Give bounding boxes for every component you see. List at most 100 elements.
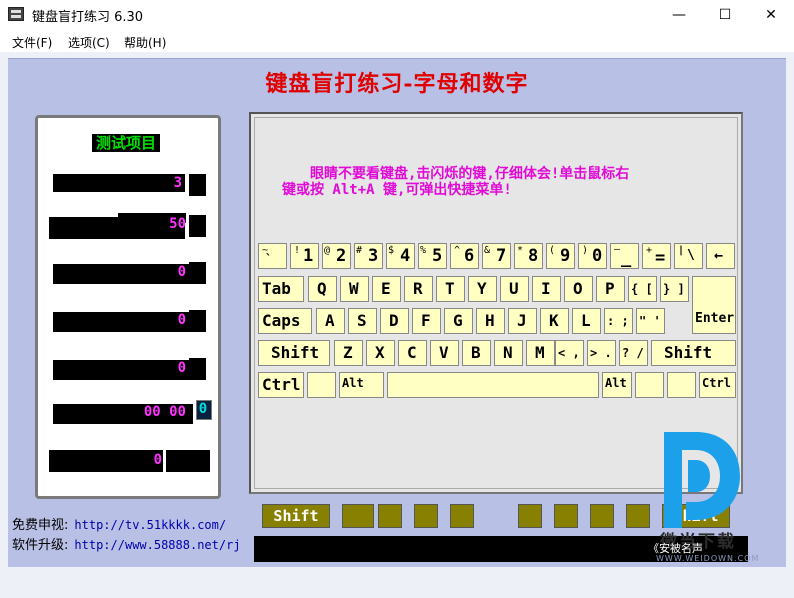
key-ctrl-right[interactable]: Ctrl (699, 372, 736, 398)
key-x[interactable]: X (366, 340, 395, 366)
key-8[interactable]: * 8 (514, 243, 543, 269)
key-q[interactable]: Q (308, 276, 337, 302)
key-label: Q (317, 279, 327, 298)
key-k[interactable]: K (540, 308, 569, 334)
finger-shift-left: Shift (262, 504, 330, 528)
key-caps[interactable]: Caps (258, 308, 312, 334)
key-h[interactable]: H (476, 308, 505, 334)
watermark-url: WWW.WEIDOWN.COM (656, 554, 760, 563)
key-r[interactable]: R (404, 276, 433, 302)
key-top: | (678, 245, 685, 256)
key-0[interactable]: ) 0 (578, 243, 607, 269)
title-bar: 键盘盲打练习 6.30 — ☐ ✕ (0, 0, 794, 30)
stat-value: 0 (177, 312, 186, 328)
key-m[interactable]: M (526, 340, 555, 366)
key-win-right[interactable] (635, 372, 664, 398)
key-menu[interactable] (667, 372, 696, 398)
key-g[interactable]: G (444, 308, 473, 334)
key-1[interactable]: ! 1 (290, 243, 319, 269)
key-backtick[interactable]: ~ ` (258, 243, 287, 269)
menu-file[interactable]: 文件(F) (12, 34, 52, 51)
key-label: Ctrl (702, 376, 731, 390)
key-z[interactable]: Z (334, 340, 363, 366)
key-w[interactable]: W (340, 276, 369, 302)
key-y[interactable]: Y (468, 276, 497, 302)
key-enter[interactable]: Enter (692, 276, 736, 334)
stats-panel (35, 115, 221, 499)
upgrade-label: 软件升级: (12, 538, 69, 553)
key-top: & (484, 245, 491, 256)
stat-side-block (189, 174, 206, 196)
key-equals[interactable]: + = (642, 243, 671, 269)
key-label: W (349, 279, 359, 298)
key-t[interactable]: T (436, 276, 465, 302)
key-b[interactable]: B (462, 340, 491, 366)
key-u[interactable]: U (500, 276, 529, 302)
key-top: ) (582, 245, 589, 256)
key-shift-right[interactable]: Shift (651, 340, 736, 366)
key-alt-right[interactable]: Alt (602, 372, 632, 398)
key-9[interactable]: ( 9 (546, 243, 575, 269)
key-j[interactable]: J (508, 308, 537, 334)
tv-url-link[interactable]: http://tv.51kkkk.com/ (74, 518, 226, 532)
stats-title: 测试项目 (92, 134, 161, 152)
key-tab[interactable]: Tab (258, 276, 304, 302)
key-label: Enter (695, 311, 735, 326)
key-alt-left[interactable]: Alt (339, 372, 384, 398)
key-d[interactable]: D (380, 308, 409, 334)
key-space[interactable] (387, 372, 599, 398)
key-bottom: 0 (592, 246, 603, 266)
key-slash[interactable]: ? / (619, 340, 648, 366)
key-2[interactable]: @ 2 (322, 243, 351, 269)
close-button[interactable]: ✕ (748, 0, 794, 30)
stat-side-block (189, 215, 206, 237)
key-l[interactable]: L (572, 308, 601, 334)
minimize-button[interactable]: — (656, 0, 702, 30)
key-a[interactable]: A (316, 308, 345, 334)
key-v[interactable]: V (430, 340, 459, 366)
key-minus[interactable]: — _ (610, 243, 639, 269)
key-p[interactable]: P (596, 276, 625, 302)
menu-help[interactable]: 帮助(H) (124, 34, 166, 51)
key-shift-left[interactable]: Shift (258, 340, 330, 366)
key-bracket-left[interactable]: { [ (628, 276, 657, 302)
key-ctrl-left[interactable]: Ctrl (258, 372, 304, 398)
key-quote[interactable]: " ' (636, 308, 665, 334)
key-comma[interactable]: < , (555, 340, 584, 366)
key-label: J (517, 311, 527, 330)
key-n[interactable]: N (494, 340, 523, 366)
key-s[interactable]: S (348, 308, 377, 334)
key-c[interactable]: C (398, 340, 427, 366)
maximize-button[interactable]: ☐ (702, 0, 748, 30)
key-label: S (357, 311, 367, 330)
instruction-line: 键或按 Alt+A 键,可弹出快捷菜单! (282, 182, 512, 198)
key-6[interactable]: ^ 6 (450, 243, 479, 269)
upgrade-url-link[interactable]: http://www.58888.net/rj (74, 538, 240, 552)
key-e[interactable]: E (372, 276, 401, 302)
menu-options[interactable]: 选项(C) (68, 34, 110, 51)
key-i[interactable]: I (532, 276, 561, 302)
key-label: : ; (607, 314, 629, 328)
stat-value: 0 (153, 452, 162, 468)
key-4[interactable]: $ 4 (386, 243, 415, 269)
stat-side-block (189, 262, 206, 284)
key-label: D (389, 311, 399, 330)
key-backspace[interactable]: ← (706, 243, 735, 269)
main-title: 键盘盲打练习-字母和数字 (265, 71, 529, 97)
key-3[interactable]: # 3 (354, 243, 383, 269)
key-period[interactable]: > . (587, 340, 616, 366)
key-backslash[interactable]: | \ (674, 243, 703, 269)
finger-indicator (414, 504, 438, 528)
key-label: " ' (639, 314, 661, 328)
key-label: Tab (262, 279, 291, 298)
watermark-logo-icon (664, 432, 740, 528)
key-label: A (325, 311, 335, 330)
key-o[interactable]: O (564, 276, 593, 302)
key-5[interactable]: % 5 (418, 243, 447, 269)
key-win-left[interactable] (307, 372, 336, 398)
finger-indicator (450, 504, 474, 528)
key-bracket-right[interactable]: } ] (660, 276, 689, 302)
key-semicolon[interactable]: : ; (604, 308, 633, 334)
key-7[interactable]: & 7 (482, 243, 511, 269)
key-f[interactable]: F (412, 308, 441, 334)
